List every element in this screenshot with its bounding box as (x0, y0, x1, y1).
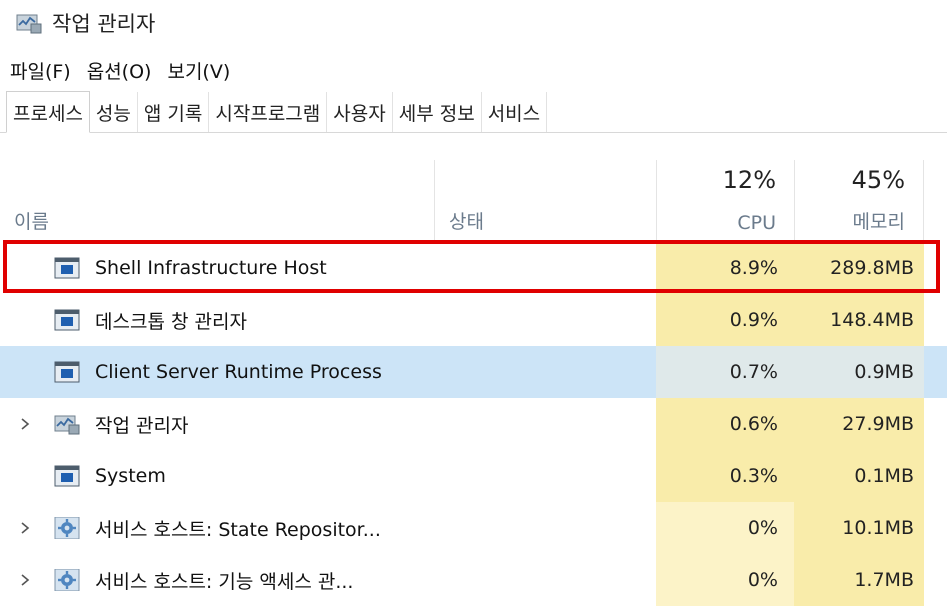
process-cpu: 0% (656, 554, 794, 606)
menu-view[interactable]: 보기(V) (167, 57, 230, 84)
process-status (434, 294, 656, 346)
chevron-right-icon[interactable] (16, 502, 34, 554)
process-memory: 148.4MB (794, 294, 924, 346)
window-app-icon (54, 309, 80, 331)
tab-app-history[interactable]: 앱 기록 (138, 92, 210, 132)
process-status (434, 502, 656, 554)
column-cpu-label: CPU (737, 212, 776, 234)
process-cpu: 0.6% (656, 398, 794, 450)
column-memory-header[interactable]: 45% 메모리 (794, 160, 924, 242)
tab-services[interactable]: 서비스 (482, 92, 548, 132)
process-cpu: 0.9% (656, 294, 794, 346)
cpu-total-percent: 12% (722, 166, 776, 194)
process-status (434, 398, 656, 450)
tab-startup[interactable]: 시작프로그램 (209, 92, 328, 132)
table-row[interactable]: 작업 관리자 0.6% 27.9MB (0, 398, 947, 450)
process-name: 서비스 호스트: 기능 액세스 관... (95, 570, 354, 593)
process-memory: 0.9MB (794, 346, 924, 398)
table-row[interactable]: Client Server Runtime Process 0.7% 0.9MB (0, 346, 947, 398)
tab-bar: 프로세스 성능 앱 기록 시작프로그램 사용자 세부 정보 서비스 (0, 90, 947, 133)
chevron-right-icon[interactable] (16, 398, 34, 450)
process-name: 데스크톱 창 관리자 (95, 310, 247, 333)
window-app-icon (54, 465, 80, 487)
table-row[interactable]: System 0.3% 0.1MB (0, 450, 947, 502)
column-memory-label: 메모리 (852, 211, 905, 233)
process-name: Client Server Runtime Process (95, 361, 382, 383)
process-status (434, 450, 656, 502)
memory-total-percent: 45% (851, 166, 905, 194)
process-memory: 1.7MB (794, 554, 924, 606)
column-header: 이름 상태 12% CPU 45% 메모리 (0, 160, 947, 242)
column-cpu-header[interactable]: 12% CPU (656, 160, 794, 242)
column-status-label: 상태 (449, 211, 484, 233)
process-memory: 10.1MB (794, 502, 924, 554)
tab-users[interactable]: 사용자 (327, 92, 393, 132)
task-manager-icon (54, 413, 80, 435)
tab-details[interactable]: 세부 정보 (393, 92, 482, 132)
process-name: System (95, 465, 166, 487)
process-cpu: 0.7% (656, 346, 794, 398)
menu-bar: 파일(F) 옵션(O) 보기(V) (0, 52, 236, 88)
task-manager-icon (16, 12, 42, 34)
process-list: Shell Infrastructure Host 8.9% 289.8MB 데… (0, 242, 947, 606)
column-name-label: 이름 (14, 211, 49, 233)
chevron-right-icon[interactable] (16, 554, 34, 606)
process-name: 작업 관리자 (95, 414, 189, 437)
service-gear-icon (54, 568, 80, 592)
table-row[interactable]: 서비스 호스트: 기능 액세스 관... 0% 1.7MB (0, 554, 947, 606)
process-name: 서비스 호스트: State Repositor... (95, 518, 381, 541)
process-memory: 0.1MB (794, 450, 924, 502)
menu-options[interactable]: 옵션(O) (87, 57, 152, 84)
table-row[interactable]: 데스크톱 창 관리자 0.9% 148.4MB (0, 294, 947, 346)
title-bar: 작업 관리자 (0, 0, 947, 46)
process-status (434, 346, 656, 398)
highlight-outline (3, 240, 940, 293)
tab-processes[interactable]: 프로세스 (6, 91, 90, 133)
process-cpu: 0.3% (656, 450, 794, 502)
process-cpu: 0% (656, 502, 794, 554)
service-gear-icon (54, 516, 80, 540)
menu-file[interactable]: 파일(F) (10, 57, 71, 84)
process-status (434, 554, 656, 606)
process-memory: 27.9MB (794, 398, 924, 450)
column-status-header[interactable]: 상태 (434, 160, 656, 242)
window-title: 작업 관리자 (52, 12, 156, 36)
table-row[interactable]: 서비스 호스트: State Repositor... 0% 10.1MB (0, 502, 947, 554)
column-name-header[interactable]: 이름 (0, 160, 434, 242)
window-app-icon (54, 361, 80, 383)
tab-performance[interactable]: 성능 (90, 92, 138, 132)
